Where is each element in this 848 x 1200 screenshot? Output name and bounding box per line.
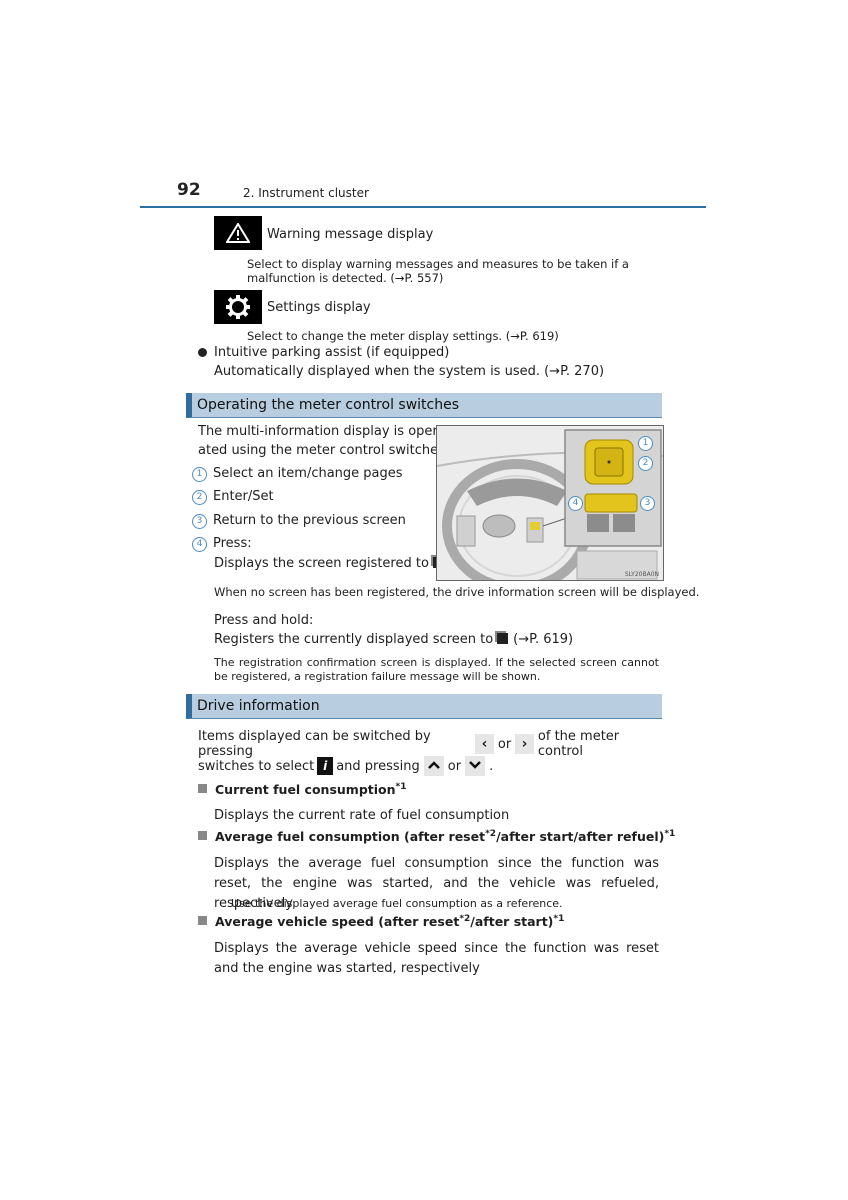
press-desc-text: Displays the screen registered to	[214, 556, 429, 571]
hold-ref: (→P. 619)	[513, 632, 574, 647]
or-text: or	[447, 758, 462, 774]
press-note: When no screen has been registered, the …	[214, 585, 700, 599]
drive-intro-text: of the meter control	[537, 729, 620, 759]
drive-intro-line2: switches to select i and pressing or .	[198, 756, 493, 776]
warning-display-title: Warning message display	[267, 227, 434, 242]
drive-intro-line1: Items displayed can be switched by press…	[198, 729, 660, 759]
drive-item-desc: Displays the average vehicle speed since…	[214, 941, 659, 976]
parking-assist-title: Intuitive parking assist (if equipped)	[214, 345, 450, 360]
square-bullet	[198, 916, 207, 926]
square-bullet	[198, 831, 207, 841]
drive-item-note: Use the displayed average fuel consumpti…	[231, 897, 563, 910]
drive-intro-text: and pressing	[336, 758, 420, 774]
chevron-right-icon: ›	[515, 734, 534, 754]
figure-code: SLY20BA0N	[624, 571, 659, 578]
figure-callout-1: 1	[638, 436, 653, 451]
section-heading-meter: Operating the meter control switches	[186, 393, 662, 418]
meter-item-4: 4 Press:	[192, 536, 252, 552]
chapter-title: 2. Instrument cluster	[243, 186, 369, 200]
callout-3: 3	[192, 514, 207, 529]
drive-item-desc: Displays the current rate of fuel consum…	[214, 808, 510, 823]
drive-intro-text: Items displayed can be switched by press…	[198, 729, 431, 759]
info-icon: i	[317, 757, 334, 775]
settings-display-desc: Select to change the meter display setti…	[247, 329, 559, 343]
steering-wheel-illustration	[437, 426, 663, 580]
press-description: Displays the screen registered to	[214, 556, 444, 571]
gear-icon	[214, 290, 262, 324]
item-title-text: /after start)	[470, 914, 554, 930]
parking-assist-desc: Automatically displayed when the system …	[214, 364, 605, 379]
period: .	[489, 758, 494, 774]
footnote-marker: *1	[395, 782, 407, 792]
header-rule	[140, 206, 706, 208]
warning-triangle-icon	[214, 216, 262, 250]
drive-intro-text: switches to select	[198, 758, 315, 774]
drive-item-title: Current fuel consumption*1	[198, 782, 406, 797]
meter-item-3: 3 Return to the previous screen	[192, 513, 406, 529]
item-title-text: Average vehicle speed (after reset	[215, 914, 460, 930]
callout-2: 2	[192, 490, 207, 505]
chevron-left-icon: ‹	[475, 734, 494, 754]
hold-description: Registers the currently displayed screen…	[214, 632, 573, 647]
registered-screen-icon	[497, 633, 509, 644]
steering-switch-figure: 1 2 3 4 SLY20BA0N	[436, 425, 664, 581]
figure-callout-4: 4	[568, 496, 583, 511]
hold-desc-text: Registers the currently displayed screen…	[214, 632, 494, 647]
drive-item-title: Average fuel consumption (after reset*2/…	[198, 829, 675, 844]
chevron-down-icon	[465, 756, 486, 776]
or-text: or	[497, 736, 512, 752]
drive-item-title: Average vehicle speed (after reset*2/aft…	[198, 914, 564, 929]
meter-item-label: Enter/Set	[213, 489, 274, 504]
callout-1: 1	[192, 467, 207, 482]
callout-4: 4	[192, 537, 207, 552]
chevron-up-icon	[423, 756, 444, 776]
figure-callout-2: 2	[638, 456, 653, 471]
item-title-text: Average fuel consumption (after reset	[215, 829, 486, 845]
meter-intro-line1: The multi-information display is oper-	[198, 424, 442, 439]
warning-display-desc: Select to display warning messages and m…	[247, 257, 629, 285]
item-title-text: Current fuel consumption	[215, 782, 396, 798]
meter-item-1: 1 Select an item/change pages	[192, 466, 403, 482]
footnote-marker: *1	[553, 914, 565, 924]
footnote-marker: *2	[459, 914, 471, 924]
item-title-text: /after start/after refuel)	[496, 829, 665, 845]
round-bullet	[198, 348, 207, 357]
meter-item-label: Return to the previous screen	[213, 513, 406, 528]
section-heading-drive: Drive information	[186, 694, 662, 719]
figure-callout-3: 3	[640, 496, 655, 511]
settings-display-title: Settings display	[267, 300, 371, 315]
meter-item-2: 2 Enter/Set	[192, 489, 274, 505]
meter-item-label: Select an item/change pages	[213, 466, 403, 481]
footnote-marker: *1	[664, 829, 676, 839]
hold-note: The registration confirmation screen is …	[214, 656, 659, 683]
square-bullet	[198, 784, 207, 794]
footnote-marker: *2	[485, 829, 497, 839]
page-number: 92	[177, 180, 201, 200]
meter-item-label: Press:	[213, 536, 252, 551]
hold-label: Press and hold:	[214, 613, 314, 628]
meter-intro-line2: ated using the meter control switches.	[198, 443, 449, 458]
